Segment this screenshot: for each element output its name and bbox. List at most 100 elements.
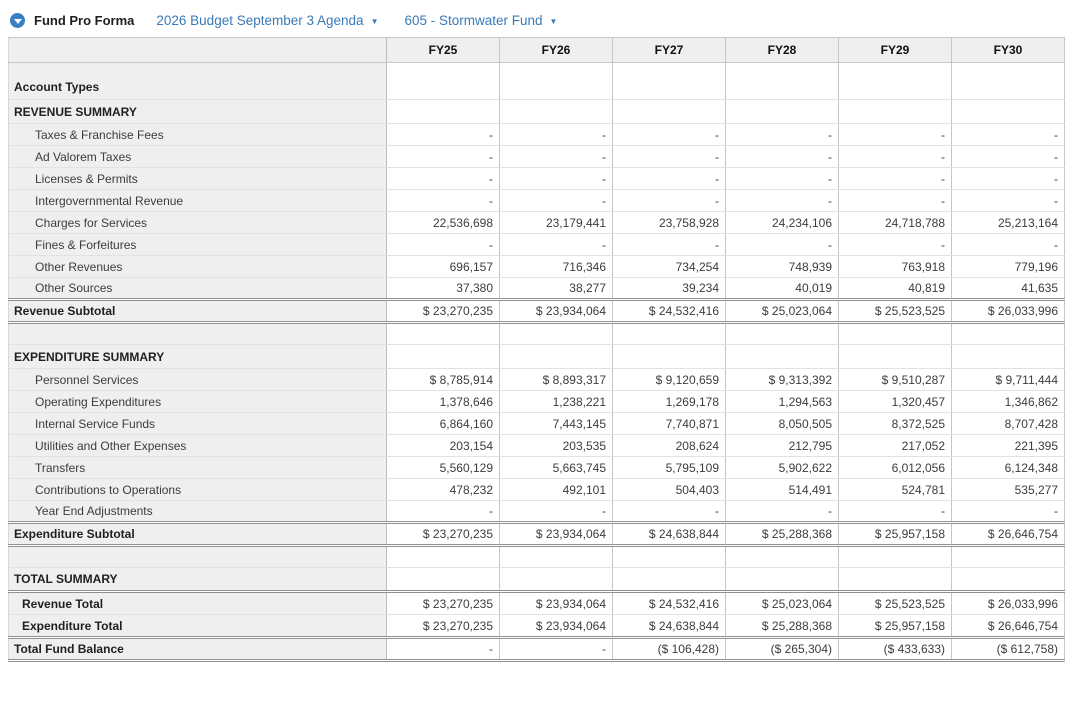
value-cell: - [726,234,839,256]
value-cell: - [613,234,726,256]
value-cell: - [500,124,613,146]
value-cell: 37,380 [387,278,500,300]
value-cell: - [839,168,952,190]
value-cell: - [500,168,613,190]
table-row: Internal Service Funds6,864,1607,443,145… [9,413,1065,435]
row-label: Revenue Subtotal [9,300,387,323]
value-cell: $ 8,893,317 [500,369,613,391]
value-cell: $ 25,957,158 [839,523,952,546]
pro-forma-table-body: Account TypesREVENUE SUMMARYTaxes & Fran… [9,63,1065,661]
table-row: REVENUE SUMMARY [9,100,1065,124]
chevron-down-icon [14,19,22,24]
value-cell: 478,232 [387,479,500,501]
row-label: Transfers [9,457,387,479]
table-row: Contributions to Operations478,232492,10… [9,479,1065,501]
value-cell [500,323,613,345]
value-cell: ($ 106,428) [613,638,726,661]
table-row: Charges for Services22,536,69823,179,441… [9,212,1065,234]
value-cell: 24,234,106 [726,212,839,234]
table-row: Operating Expenditures1,378,6461,238,221… [9,391,1065,413]
value-cell [952,323,1065,345]
table-row: Total Fund Balance--($ 106,428)($ 265,30… [9,638,1065,661]
value-cell: - [387,124,500,146]
value-cell [613,568,726,592]
value-cell: $ 23,934,064 [500,300,613,323]
row-label: Other Revenues [9,256,387,278]
table-row: Expenditure Subtotal$ 23,270,235$ 23,934… [9,523,1065,546]
value-cell: 23,758,928 [613,212,726,234]
value-cell: 212,795 [726,435,839,457]
table-row: Expenditure Total$ 23,270,235$ 23,934,06… [9,615,1065,638]
value-cell: - [952,124,1065,146]
row-label: Other Sources [9,278,387,300]
value-cell: $ 25,023,064 [726,592,839,615]
row-label: Internal Service Funds [9,413,387,435]
value-cell: $ 26,646,754 [952,523,1065,546]
value-cell [387,345,500,369]
value-cell [500,100,613,124]
value-cell [387,568,500,592]
value-cell: 221,395 [952,435,1065,457]
value-cell: - [387,234,500,256]
value-cell: 8,050,505 [726,413,839,435]
value-cell: - [839,234,952,256]
value-cell: 716,346 [500,256,613,278]
budget-dropdown-label: 2026 Budget September 3 Agenda [156,13,363,28]
row-label: Expenditure Total [9,615,387,638]
value-cell [839,345,952,369]
value-cell: 1,294,563 [726,391,839,413]
column-header: FY25 [387,38,500,63]
value-cell: $ 26,646,754 [952,615,1065,638]
value-cell [613,323,726,345]
value-cell: - [952,190,1065,212]
fund-dropdown[interactable]: 605 - Stormwater Fund ▼ [404,13,557,28]
row-label: Year End Adjustments [9,501,387,523]
value-cell: $ 23,934,064 [500,523,613,546]
value-cell [726,63,839,100]
column-header-blank [9,38,387,63]
value-cell: $ 9,711,444 [952,369,1065,391]
row-label: Expenditure Subtotal [9,523,387,546]
column-header: FY29 [839,38,952,63]
value-cell: 696,157 [387,256,500,278]
table-row: Intergovernmental Revenue------ [9,190,1065,212]
toolbar: Fund Pro Forma 2026 Budget September 3 A… [0,0,1066,37]
column-header: FY30 [952,38,1065,63]
value-cell: $ 25,523,525 [839,300,952,323]
value-cell: 5,795,109 [613,457,726,479]
value-cell: 41,635 [952,278,1065,300]
value-cell: ($ 612,758) [952,638,1065,661]
value-cell: - [500,146,613,168]
value-cell: $ 8,785,914 [387,369,500,391]
value-cell: - [839,190,952,212]
row-label: Licenses & Permits [9,168,387,190]
value-cell: 203,535 [500,435,613,457]
value-cell: - [726,146,839,168]
value-cell: 8,707,428 [952,413,1065,435]
value-cell: - [500,234,613,256]
collapse-toggle-icon[interactable] [10,13,25,28]
value-cell [952,345,1065,369]
table-row: Other Revenues696,157716,346734,254748,9… [9,256,1065,278]
value-cell: 1,269,178 [613,391,726,413]
value-cell: $ 25,957,158 [839,615,952,638]
page-title: Fund Pro Forma [34,13,134,28]
value-cell [726,345,839,369]
value-cell [839,63,952,100]
value-cell [726,100,839,124]
budget-dropdown[interactable]: 2026 Budget September 3 Agenda ▼ [156,13,378,28]
value-cell: - [613,124,726,146]
value-cell [952,568,1065,592]
value-cell: 38,277 [500,278,613,300]
value-cell: $ 24,532,416 [613,592,726,615]
pro-forma-table: FY25 FY26 FY27 FY28 FY29 FY30 Account Ty… [8,37,1065,662]
value-cell [839,546,952,568]
value-cell [500,63,613,100]
value-cell: $ 25,288,368 [726,615,839,638]
table-row: Fines & Forfeitures------ [9,234,1065,256]
table-row: Ad Valorem Taxes------ [9,146,1065,168]
value-cell: - [500,638,613,661]
value-cell: 217,052 [839,435,952,457]
row-label: Intergovernmental Revenue [9,190,387,212]
table-row: Account Types [9,63,1065,100]
